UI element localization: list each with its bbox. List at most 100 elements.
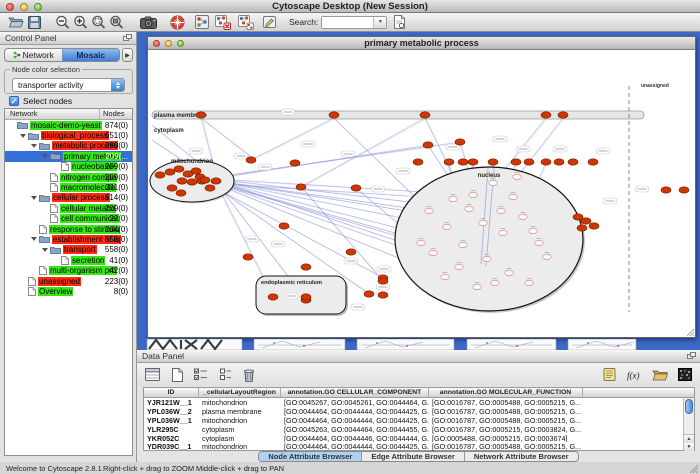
tree-item-nitrogen-compo[interactable]: nitrogen compo209(0)	[5, 172, 132, 182]
zoom-in-icon[interactable]	[73, 14, 88, 31]
expand-arrow-icon[interactable]	[20, 134, 26, 138]
network-window-title: primary metabolic process	[148, 37, 695, 50]
column-header-1[interactable]: _cellularLayoutRegion	[199, 388, 281, 397]
table-row[interactable]: YPL036W__2plasma membrane[GO:0044464, GO…	[144, 407, 694, 416]
expand-arrow-icon[interactable]	[31, 144, 37, 148]
network-view-window[interactable]: primary metabolic process plasma membran…	[147, 36, 696, 338]
help-ring-icon[interactable]	[170, 14, 185, 31]
zoom-fit-icon[interactable]	[109, 14, 124, 31]
tree-item-metabolic-process[interactable]: metabolic process280(0)	[5, 141, 132, 151]
scrollbar-thumb[interactable]	[685, 399, 693, 414]
column-header-2[interactable]: annotation.GO CELLULAR_COMPONENT	[281, 388, 429, 397]
tree-item-macromolecule[interactable]: macromolecule311(0)	[5, 182, 132, 192]
tree-item-transport[interactable]: transport558(0)	[5, 245, 132, 255]
search-input[interactable]	[322, 17, 373, 28]
svg-text:cytoplasm: cytoplasm	[154, 128, 184, 134]
column-header-3[interactable]: annotation.GO MOLECULAR_FUNCTION	[429, 388, 583, 397]
network-canvas[interactable]: plasma membranecytoplasmmitochondrionnuc…	[148, 50, 695, 337]
control-panel-tabs: Network Mosaic ▶	[4, 48, 133, 62]
table-row[interactable]: YJR121W__1mitochondrion[GO:0045267, GO:0…	[144, 398, 694, 407]
table-cell: [GO:0016787, GO:0005215, GO:0003824, G..…	[429, 425, 583, 434]
table-cell: YKR052C	[144, 434, 199, 443]
dropdown-stepper-icon	[111, 79, 124, 91]
tree-item-label: biological_process	[41, 131, 109, 140]
tree-item-multi-organism-pro[interactable]: multi-organism pro42(0)	[5, 265, 132, 275]
table-row[interactable]: YDR039C__1mitochondrion[GO:0044464, GO:0…	[144, 442, 694, 451]
snapshot-icon[interactable]	[140, 14, 158, 31]
tree-item-cellular-metabo[interactable]: cellular metabo209(0)	[5, 203, 132, 213]
search-dropdown-icon[interactable]: ▼	[373, 17, 386, 28]
tree-item-secretion[interactable]: secretion41(0)	[5, 255, 132, 265]
tree-item-unassigned[interactable]: unassigned223(0)	[5, 276, 132, 286]
import-attributes-icon[interactable]	[652, 366, 668, 383]
tree-item-count: 41(0)	[109, 256, 128, 265]
data-panel-float-icon[interactable]	[687, 352, 696, 360]
table-row[interactable]: YPL036W__1mitochondrion[GO:0044464, GO:0…	[144, 416, 694, 425]
zoom-out-icon[interactable]	[55, 14, 70, 31]
status-pan-hint: Middle-click + drag to PAN	[196, 464, 284, 473]
table-row[interactable]: YKR052Ccytoplasm[GO:0044464, GO:0044446,…	[144, 434, 694, 443]
tree-item-establishment-of-lo[interactable]: establishment of lo558(0)	[5, 234, 132, 244]
table-cell: YPL036W__2	[144, 407, 199, 416]
node-color-dropdown[interactable]: transporter activity	[12, 78, 125, 92]
network-window-controls	[153, 40, 184, 47]
tab-network-attribute-browser[interactable]: Network Attribute Browser	[465, 452, 578, 461]
resize-grip-icon[interactable]	[688, 463, 698, 473]
configure-search-icon[interactable]	[393, 14, 406, 31]
file-icon	[28, 287, 36, 296]
tree-item-cell-communicat[interactable]: cell communicat22(0)	[5, 214, 132, 224]
tabs-overflow-arrow-icon[interactable]: ▶	[122, 48, 133, 62]
annotation-pad-icon[interactable]	[603, 366, 616, 383]
network-overview-icon[interactable]	[195, 14, 209, 31]
tab-network[interactable]: Network	[5, 49, 62, 61]
delete-attribute-icon[interactable]	[243, 366, 255, 383]
tree-item-primary-metabo[interactable]: primary metabo209(...	[5, 151, 132, 161]
svg-text:unassigned: unassigned	[641, 83, 669, 89]
tab-mosaic[interactable]: Mosaic	[62, 49, 120, 61]
network-minimize-button[interactable]	[165, 40, 172, 47]
expand-arrow-icon[interactable]	[31, 237, 37, 241]
expand-arrow-icon[interactable]	[31, 196, 37, 200]
tree-item-cellular-process[interactable]: cellular process614(0)	[5, 193, 132, 203]
table-cell: [GO:0005488, GO:0005215, GO:0003674]	[429, 434, 583, 443]
select-nodes-checkbox[interactable]: ✓	[9, 96, 19, 106]
mosaic-matrix-icon[interactable]	[678, 366, 692, 383]
formula-icon[interactable]: f(x)	[626, 366, 642, 383]
unselect-attributes-icon[interactable]	[220, 366, 232, 383]
zoom-selected-icon[interactable]	[91, 14, 106, 31]
new-attribute-icon[interactable]	[171, 366, 183, 383]
annotation-icon[interactable]	[263, 14, 277, 31]
tree-item-nucleobase-[interactable]: nucleobase-209(0)	[5, 162, 132, 172]
node-color-selection-group: Node color selection transporter activit…	[4, 65, 133, 94]
search-label: Search:	[289, 17, 318, 27]
tree-item-count: 280(0)	[105, 141, 128, 150]
folder-icon	[50, 152, 61, 160]
tree-item-biological-process[interactable]: biological_process651(0)	[5, 130, 132, 140]
tree-item-count: 558(0)	[105, 245, 128, 254]
expand-arrow-icon[interactable]	[42, 154, 48, 158]
status-welcome: Welcome to Cytoscape 2.8.1	[6, 464, 102, 473]
destroy-network-icon[interactable]	[215, 14, 231, 31]
tree-item-overview[interactable]: Overview8(0)	[5, 286, 132, 296]
network-zoom-button[interactable]	[177, 40, 184, 47]
tree-item-response-to-stimulu[interactable]: response to stimulu264(0)	[5, 224, 132, 234]
scrollbar-arrows[interactable]: ▲▼	[684, 434, 694, 450]
table-cell: mitochondrion	[199, 416, 281, 425]
tab-edge-attribute-browser[interactable]: Edge Attribute Browser	[362, 452, 464, 461]
save-icon[interactable]	[28, 14, 41, 31]
open-folder-icon[interactable]	[8, 14, 24, 31]
network-close-button[interactable]	[153, 40, 160, 47]
create-network-icon[interactable]	[238, 14, 254, 31]
tab-node-attribute-browser[interactable]: Node Attribute Browser	[259, 452, 362, 461]
float-panel-icon[interactable]	[123, 34, 132, 42]
tab-network-label: Network	[23, 50, 54, 60]
column-header-0[interactable]: ID	[144, 388, 199, 397]
table-scrollbar[interactable]: ▲▼	[683, 398, 694, 450]
table-row[interactable]: YLR295Ccytoplasm[GO:0045263, GO:0044464,…	[144, 425, 694, 434]
select-attributes-icon[interactable]	[194, 366, 209, 383]
tree-item-mosaic-demo-yeast[interactable]: mosaic-demo-yeast874(0)	[5, 120, 132, 130]
expand-arrow-icon[interactable]	[42, 248, 48, 252]
tree-item-label: Overview	[38, 287, 73, 296]
svg-text:endoplasmic reticulum: endoplasmic reticulum	[261, 280, 322, 286]
attribute-table-icon[interactable]	[145, 366, 160, 383]
